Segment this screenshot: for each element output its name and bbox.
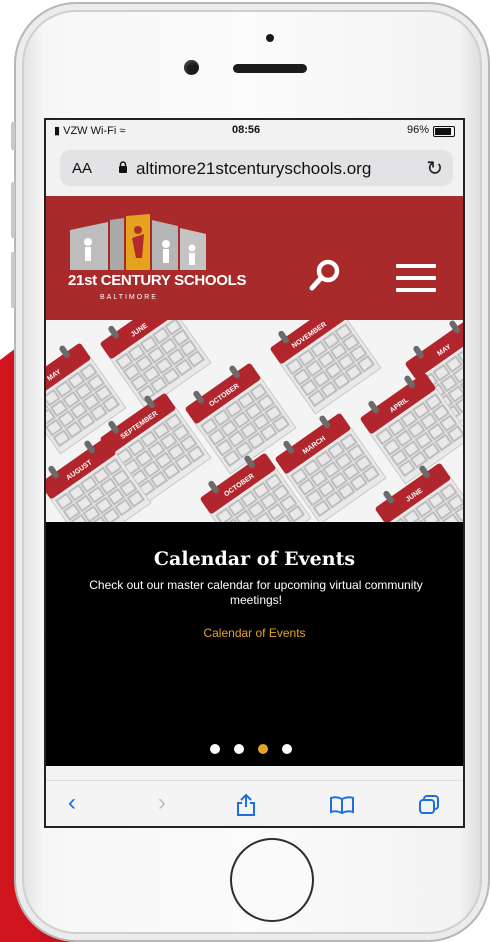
lock-icon <box>119 161 127 173</box>
signal-icon: ▮ <box>54 125 61 137</box>
hero-title: Calendar of Events <box>153 548 356 570</box>
logo-title: 21st CENTURY SCHOOLS <box>68 272 247 289</box>
carousel-dot-3[interactable] <box>258 744 268 754</box>
hamburger-menu-icon[interactable] <box>396 264 436 292</box>
status-time: 08:56 <box>232 124 261 136</box>
logo-subtitle: BALTIMORE <box>100 294 158 301</box>
share-icon[interactable] <box>236 793 256 817</box>
volume-down-button <box>11 252 15 308</box>
home-button[interactable] <box>230 838 314 922</box>
text-size-button[interactable]: AA <box>72 160 92 177</box>
carrier-text: VZW Wi-Fi <box>63 125 117 137</box>
carousel-dot-1[interactable] <box>210 744 220 754</box>
carousel-dots <box>210 744 310 756</box>
hero-caption: Calendar of Events Check out our master … <box>46 522 463 766</box>
chevron-right-icon[interactable]: › <box>158 789 166 817</box>
wifi-icon: ≈ <box>119 125 126 137</box>
earpiece-speaker <box>233 64 307 73</box>
battery-percent: 96% <box>406 124 429 136</box>
proximity-sensor <box>266 34 274 42</box>
book-icon[interactable] <box>330 796 354 814</box>
calendar-graphic: NOVEMBER <box>270 320 382 415</box>
hero-description: Check out our master calendar for upcomi… <box>89 578 423 607</box>
url-text[interactable]: altimore21stcenturyschools.org <box>136 159 371 179</box>
mute-switch <box>11 122 15 150</box>
page-bottom-strip <box>46 766 463 780</box>
browser-address-area: AA altimore21stcenturyschools.org ↻ <box>46 142 463 196</box>
site-logo[interactable]: 21st CENTURY SCHOOLS BALTIMORE <box>68 212 247 312</box>
address-bar[interactable]: AA altimore21stcenturyschools.org ↻ <box>60 150 453 186</box>
tabs-icon[interactable] <box>418 795 440 815</box>
logo-graphic <box>70 214 206 270</box>
battery-icon <box>433 126 455 137</box>
carrier-label: ▮ VZW Wi-Fi ≈ <box>54 124 125 137</box>
status-bar: ▮ VZW Wi-Fi ≈ 08:56 96% <box>46 120 463 142</box>
hero-calendar-image: MAY JUNE NOVEMBER MAY OCTOBER APRIL SEPTEMBER M… <box>46 320 463 522</box>
reload-icon[interactable]: ↻ <box>426 156 443 181</box>
site-header: 21st CENTURY SCHOOLS BALTIMORE <box>46 196 463 320</box>
volume-up-button <box>11 182 15 238</box>
calendar-pattern: MAYJUNE NOVEMBERMAYOCTOBER APRILSEPTEMBERM… <box>46 320 463 522</box>
front-camera <box>184 60 199 75</box>
phone-screen: ▮ VZW Wi-Fi ≈ 08:56 96% AA altimore21stc… <box>44 118 465 828</box>
carousel-dot-2[interactable] <box>234 744 244 754</box>
chevron-left-icon[interactable]: ‹ <box>68 789 76 817</box>
calendar-events-link[interactable]: Calendar of Events <box>46 626 463 640</box>
carousel-dot-4[interactable] <box>282 744 292 754</box>
safari-toolbar: ‹ › <box>46 780 463 826</box>
search-icon[interactable] <box>308 258 342 292</box>
